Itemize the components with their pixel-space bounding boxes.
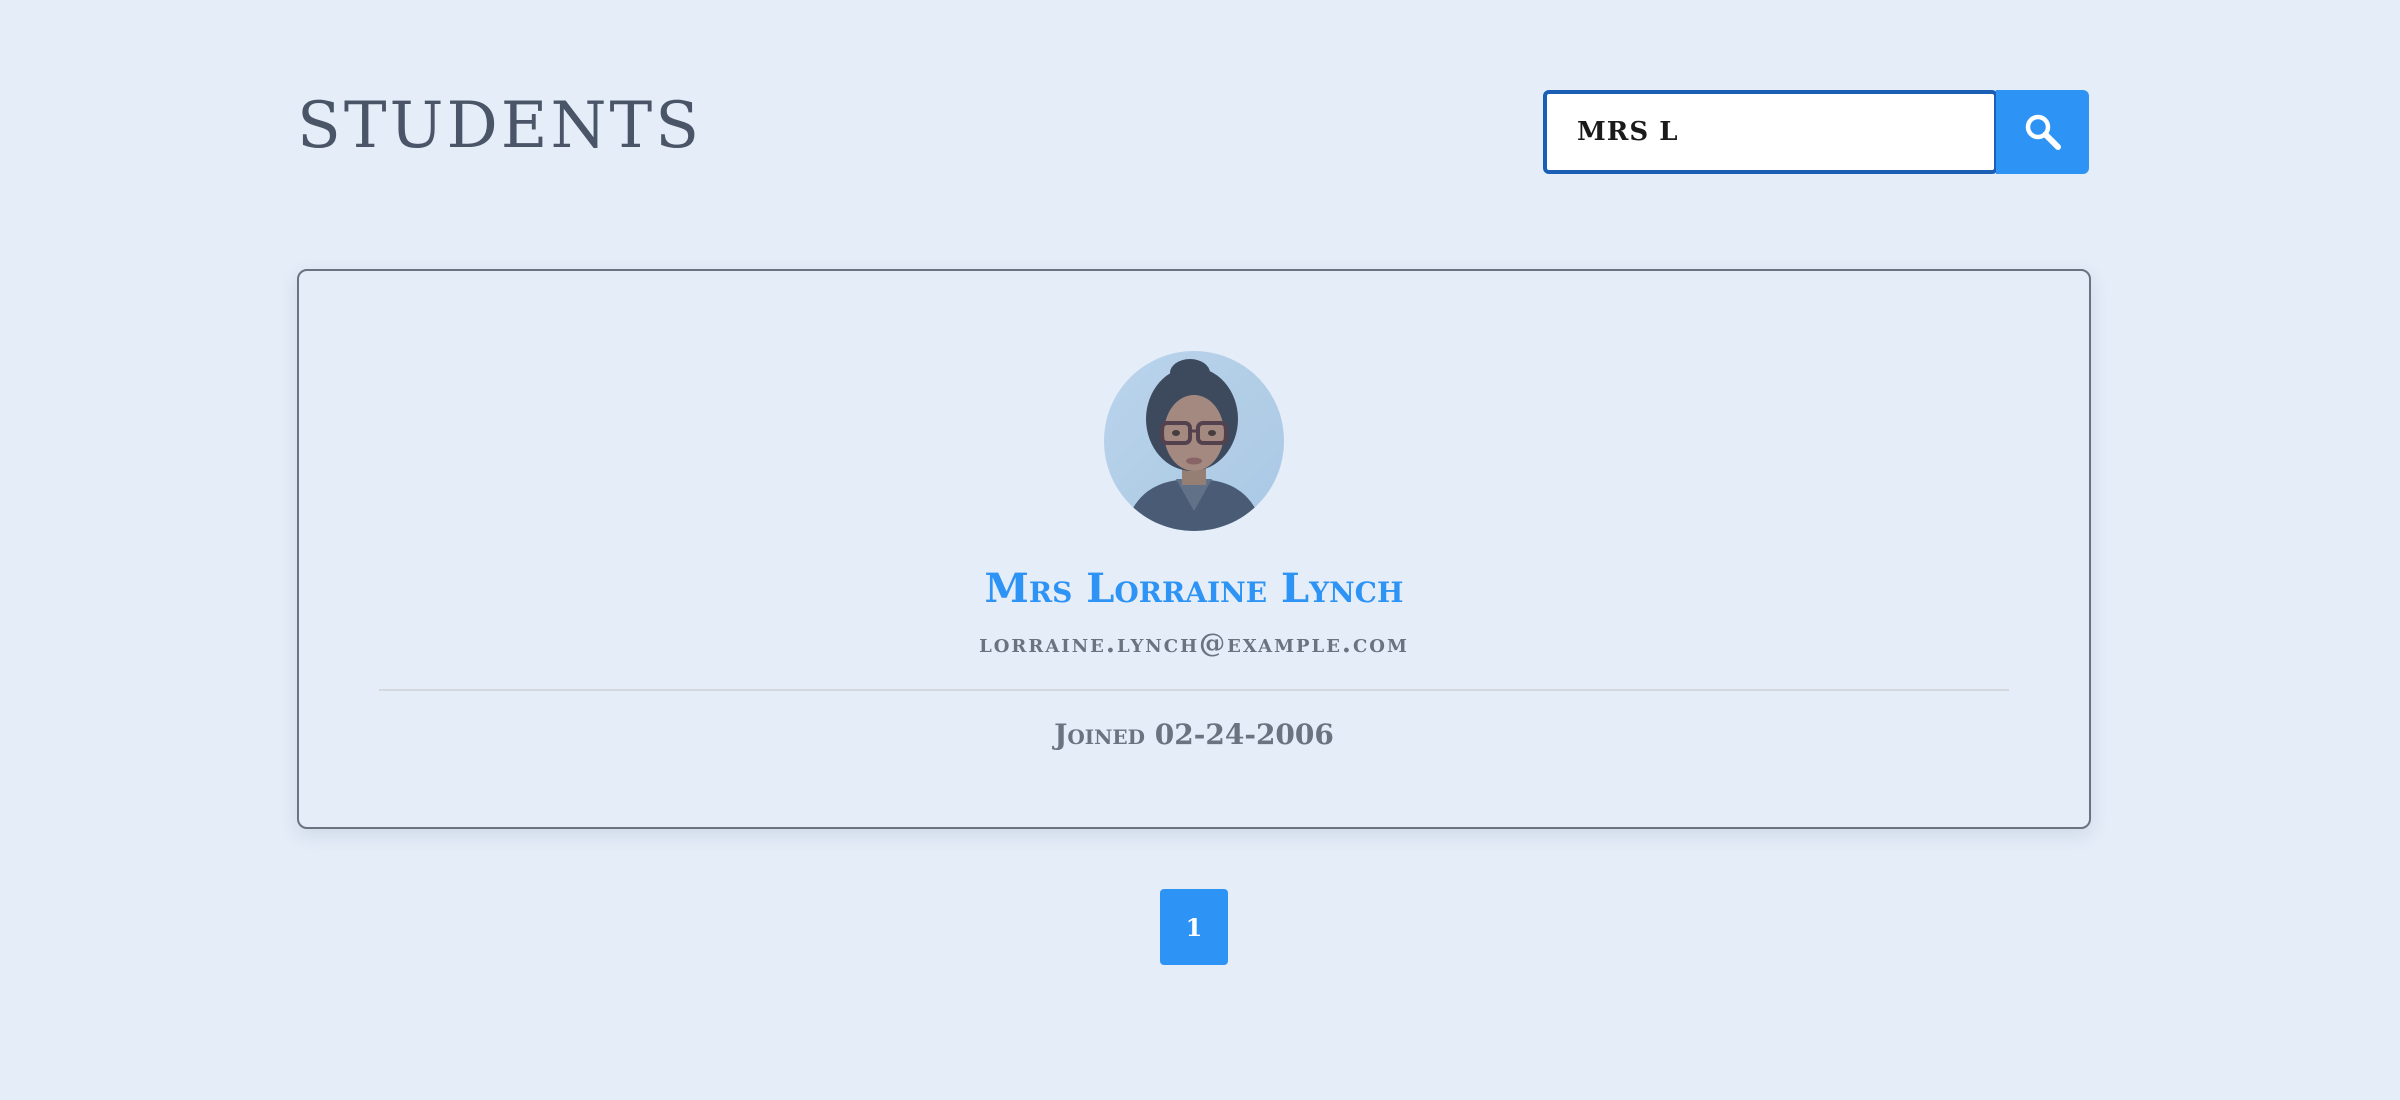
student-name[interactable]: Mrs Lorraine Lynch: [299, 561, 2089, 617]
avatar: [1104, 351, 1284, 531]
page-title: STUDENTS: [297, 89, 703, 163]
search-button[interactable]: [1996, 90, 2089, 174]
search-icon: [2025, 114, 2061, 150]
page-button-1[interactable]: 1: [1160, 889, 1228, 965]
pagination: 1: [1160, 889, 1228, 965]
card-divider: [379, 689, 2009, 691]
student-card: Mrs Lorraine Lynch lorraine.lynch@exampl…: [297, 269, 2091, 829]
joined-date: Joined 02-24-2006: [1054, 718, 1334, 751]
search-bar: [1543, 90, 2091, 174]
student-email: lorraine.lynch@example.com: [979, 629, 1409, 659]
search-input[interactable]: [1543, 90, 1998, 174]
